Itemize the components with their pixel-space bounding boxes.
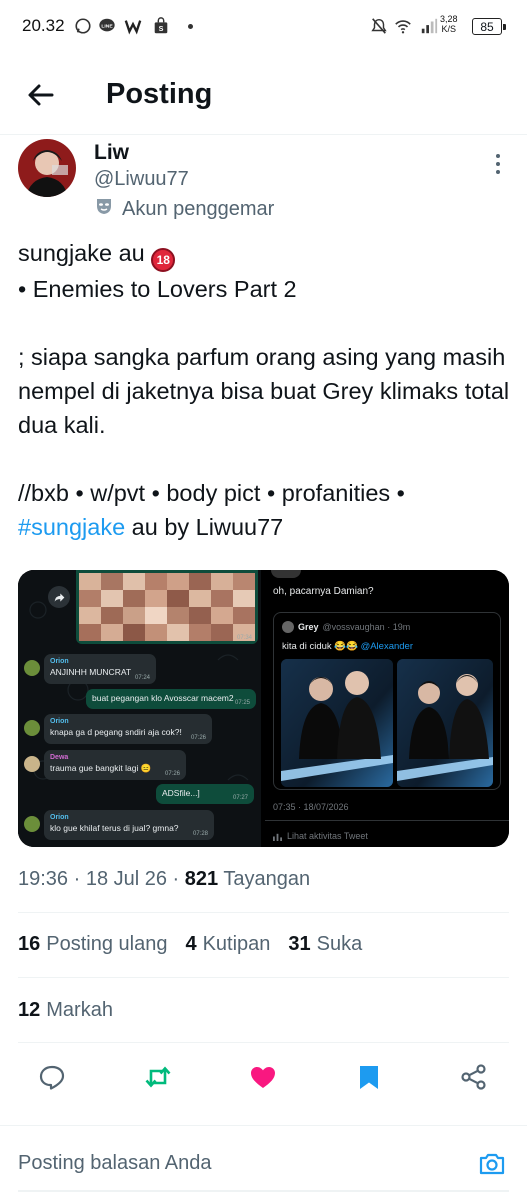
action-bar	[0, 1050, 527, 1104]
notification-dot	[188, 24, 193, 29]
camera-button[interactable]	[478, 1150, 506, 1178]
hashtag-link[interactable]: #sungjake	[18, 514, 125, 540]
svg-text:LINE: LINE	[101, 23, 113, 29]
quoted-tweet-text: kita di ciduk 😂😂 @Alexander	[282, 641, 413, 652]
bookmark-icon	[360, 1066, 378, 1089]
arrow-left-icon	[28, 84, 54, 106]
tweet-credit: au by Liwuu77	[125, 514, 284, 540]
tweet-line-subtitle: • Enemies to Lovers Part 2	[18, 276, 297, 302]
svg-text:S: S	[159, 24, 164, 33]
likes-stat[interactable]: 31 Suka	[288, 933, 362, 956]
repost-icon	[145, 1066, 171, 1088]
tweet-activity-link: Lihat aktivitas Tweet	[273, 831, 368, 841]
author-name[interactable]: Liw	[94, 141, 129, 165]
fan-account-label: Akun penggemar	[94, 196, 274, 222]
divider	[265, 820, 509, 821]
orion-avatar	[24, 660, 40, 676]
chat-message: Orion ANJINHH MUNCRAT 07:24	[44, 654, 156, 684]
quoted-photos	[281, 659, 493, 787]
share-button[interactable]	[460, 1063, 488, 1091]
wifi-icon	[394, 17, 412, 35]
bookmark-button[interactable]	[355, 1063, 383, 1091]
orion-avatar	[24, 816, 40, 832]
tweet-text: sungjake au 18 • Enemies to Lovers Part …	[18, 236, 513, 544]
more-vertical-icon	[496, 154, 500, 174]
engagement-stats: 16 Posting ulang 4 Kutipan 31 Suka	[18, 933, 362, 956]
media-grid[interactable]: 07:34 Orion ANJINHH MUNCRAT 07:24 buat p…	[18, 570, 509, 847]
chat-file-message: ADSfile...] 07:27	[156, 784, 254, 804]
share-icon	[461, 1064, 486, 1090]
fan-account-text: Akun penggemar	[122, 197, 275, 220]
mute-icon	[370, 17, 388, 35]
quoted-tweet-header: Grey @vossvaughan · 19m	[282, 621, 410, 633]
status-bar: 20.32 LINE S 3,28 K/S 85	[0, 0, 527, 56]
bookmarks-stat[interactable]: 12 Markah	[18, 999, 113, 1022]
view-label: Tayangan	[223, 868, 311, 890]
dewa-avatar	[24, 756, 40, 772]
divider	[0, 1125, 527, 1126]
reply-button[interactable]	[38, 1063, 66, 1091]
network-speed-value: 3,28	[440, 14, 458, 24]
pixelated-image	[79, 573, 255, 641]
camera-icon	[479, 1153, 505, 1175]
status-time: 20.32	[22, 16, 65, 35]
author-handle[interactable]: @Liwuu77	[94, 168, 189, 191]
tweet-meta: 19:36 · 18 Jul 26 · 821 Tayangan	[18, 868, 310, 891]
shop-icon: S	[152, 17, 170, 35]
repost-button[interactable]	[144, 1063, 172, 1091]
tweet-timestamp: 07:35 · 18/07/2026	[273, 802, 349, 812]
forward-icon[interactable]	[48, 586, 70, 608]
reposts-stat[interactable]: 16 Posting ulang	[18, 933, 167, 956]
network-speed-unit: K/S	[441, 24, 457, 34]
reply-input[interactable]: Posting balasan Anda	[18, 1152, 212, 1175]
age-18-badge-icon: 18	[151, 248, 176, 272]
avatar[interactable]	[18, 139, 76, 197]
reply-underline	[18, 1190, 509, 1192]
whatsapp-icon	[74, 17, 92, 35]
tweet-tags-line: //bxb • w/pvt • body pict • profanities …	[18, 480, 405, 506]
divider	[18, 977, 509, 978]
tweet-line-title: sungjake au	[18, 240, 145, 266]
partial-avatar	[271, 570, 301, 578]
like-button[interactable]	[249, 1063, 277, 1091]
network-speed: 3,28 K/S	[440, 14, 458, 34]
mask-icon	[94, 196, 114, 222]
blurred-photo: 07:34	[76, 570, 258, 644]
quoted-avatar	[282, 621, 294, 633]
battery-indicator: 85	[472, 18, 506, 35]
back-button[interactable]	[24, 78, 58, 112]
line-icon: LINE	[98, 17, 116, 35]
heart-icon	[251, 1067, 275, 1088]
analytics-icon	[273, 833, 282, 841]
divider	[18, 1042, 509, 1043]
webtoon-icon	[124, 17, 142, 35]
image-time: 07:34	[236, 635, 252, 641]
tweet-time-date: 19:36 · 18 Jul 26 ·	[18, 868, 180, 890]
reply-icon	[39, 1065, 65, 1090]
tweet-screenshot-image[interactable]: oh, pacarnya Damian? Grey @vossvaughan ·…	[265, 570, 509, 847]
quotes-stat[interactable]: 4 Kutipan	[185, 933, 270, 956]
page-title: Posting	[106, 78, 213, 110]
more-options-button[interactable]	[488, 151, 508, 181]
chat-message: Orion knapa ga d pegang sndiri aja cok?!…	[44, 714, 212, 744]
chat-message: buat pegangan klo Avosscar macem2 07:25	[86, 689, 256, 709]
header-divider	[0, 134, 527, 135]
chat-screenshot-image[interactable]: 07:34 Orion ANJINHH MUNCRAT 07:24 buat p…	[18, 570, 261, 847]
tweet-paragraph: ; siapa sangka parfum orang asing yang m…	[18, 344, 510, 438]
chat-message: Orion klo gue khilaf terus di jual? gmna…	[44, 810, 214, 840]
signal-icon	[420, 17, 438, 35]
reply-text: oh, pacarnya Damian?	[273, 586, 374, 597]
orion-avatar	[24, 720, 40, 736]
chat-message: Dewa trauma gue bangkit lagi 😑 07:26	[44, 750, 186, 780]
view-count: 821	[184, 868, 219, 890]
quoted-tweet: Grey @vossvaughan · 19m kita di ciduk 😂😂…	[273, 612, 501, 790]
divider	[18, 912, 509, 913]
